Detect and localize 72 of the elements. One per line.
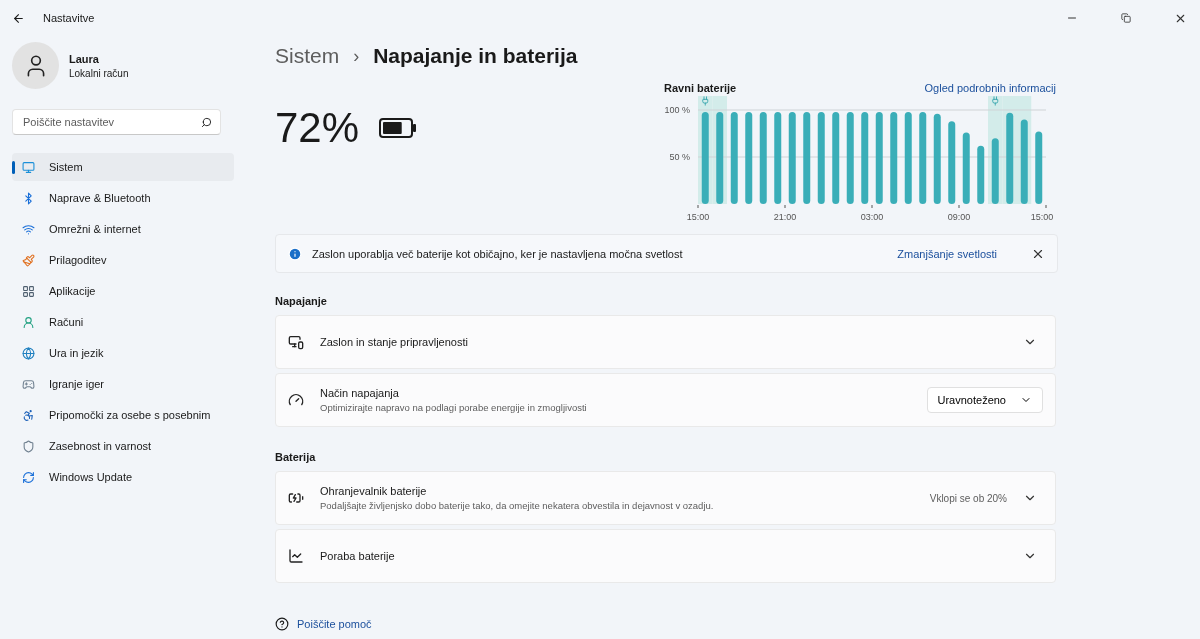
breadcrumb-link[interactable]: Sistem [275, 44, 340, 68]
details-link[interactable]: Ogled podrobnih informacij [924, 82, 1056, 94]
help-link[interactable]: Poiščite pomoč [297, 618, 372, 630]
back-icon[interactable] [12, 11, 25, 25]
apps-icon [22, 284, 35, 298]
axis-label: 15:00 [686, 212, 710, 222]
sidebar-item[interactable]: Windows Update [12, 463, 234, 491]
accessibility-icon [22, 408, 35, 422]
monitor-icon [22, 160, 35, 174]
globe-icon [22, 346, 35, 360]
search-icon [201, 116, 212, 128]
bluetooth-icon [22, 191, 35, 205]
power-mode-dropdown[interactable]: Uravnoteženo [926, 387, 1043, 413]
card-description: Podaljšajte življenjsko dobo baterije tako, da omejite nekatera obvestila in dejavnost v ozadju. [320, 500, 715, 511]
axis-label: 09:00 [947, 212, 971, 222]
gamepad-icon [22, 377, 35, 391]
card-title: Način napajanja [320, 387, 400, 399]
plug-icon [992, 96, 999, 106]
user-name: Laura [69, 52, 100, 65]
battery-saver-icon [288, 490, 304, 506]
account-type: Lokalni račun [69, 67, 129, 79]
wifi-icon [22, 222, 35, 236]
bar [991, 138, 999, 204]
bar [962, 132, 970, 204]
brush-icon [22, 253, 35, 267]
settings-card[interactable]: Poraba baterije [275, 529, 1056, 583]
sidebar-item[interactable]: Pripomočki za osebe s posebnim [12, 401, 234, 429]
window-title: Nastavitve [43, 12, 95, 24]
sidebar-item[interactable]: Prilagoditev [12, 246, 234, 274]
sidebar-item[interactable]: Igranje iger [12, 370, 234, 398]
axis-label: 50 % [669, 152, 690, 162]
axis-label: 100 % [664, 105, 690, 115]
avatar [12, 42, 59, 89]
sidebar-item[interactable]: Ura in jezik [12, 339, 234, 367]
gauge-icon [288, 392, 304, 408]
axis-label: 15:00 [1030, 212, 1054, 222]
chart-title: Ravni baterije [664, 82, 737, 94]
restore-icon [1121, 13, 1131, 23]
axis-label: 03:00 [860, 212, 884, 222]
search-field[interactable]: Poiščite nastavitev [12, 109, 221, 135]
card-title: Ohranjevalnik baterije [320, 485, 428, 497]
axis-label: 21:00 [773, 212, 797, 222]
sidebar-item[interactable]: Aplikacije [12, 277, 234, 305]
shield-icon [22, 439, 35, 453]
battery-percentage: 72% [275, 104, 360, 152]
reduce-brightness-link[interactable]: Zmanjšanje svetlosti [897, 247, 997, 260]
section-title: Baterija [275, 451, 317, 463]
settings-card[interactable]: Ohranjevalnik baterije Podaljšajte življenjsko dobo baterije tako, da omejite nekatera obvestila in dejavnost v ozadju. Vklopi se ob 20% [275, 471, 1056, 525]
person-icon [22, 315, 35, 329]
section-title: Napajanje [275, 295, 328, 307]
bar [977, 145, 985, 204]
card-status: Vklopi se ob 20% [929, 492, 1007, 504]
notice-text: Zaslon uporablja več baterije kot običajno, ker je nastavljena močna svetlost [312, 247, 684, 260]
breadcrumb-separator: › [353, 45, 360, 67]
page-title: Napajanje in baterija [373, 44, 578, 68]
line-chart-icon [288, 548, 304, 564]
card-description: Optimizirajte napravo na podlagi porabe energije in zmogljivosti [320, 402, 588, 413]
sidebar-item[interactable]: Sistem [12, 153, 234, 181]
settings-card[interactable]: Zaslon in stanje pripravljenosti [275, 315, 1056, 369]
card-title: Zaslon in stanje pripravljenosti [320, 336, 469, 348]
card-title: Poraba baterije [320, 550, 396, 562]
sidebar-item[interactable]: Zasebnost in varnost [12, 432, 234, 460]
screen-sleep-icon [288, 334, 304, 350]
plug-icon [702, 96, 709, 106]
help-icon [275, 617, 289, 631]
info-icon [288, 246, 302, 261]
settings-card[interactable]: Način napajanja Optimizirajte napravo na podlagi porabe energije in zmogljivosti Uravnoteženo [275, 373, 1056, 427]
sidebar-item[interactable]: Omrežni & internet [12, 215, 234, 243]
update-icon [22, 470, 35, 484]
sidebar-item[interactable]: Računi [12, 308, 234, 336]
search-input[interactable]: Poiščite nastavitev [21, 115, 201, 129]
sidebar-item[interactable]: Naprave & Bluetooth [12, 184, 234, 212]
